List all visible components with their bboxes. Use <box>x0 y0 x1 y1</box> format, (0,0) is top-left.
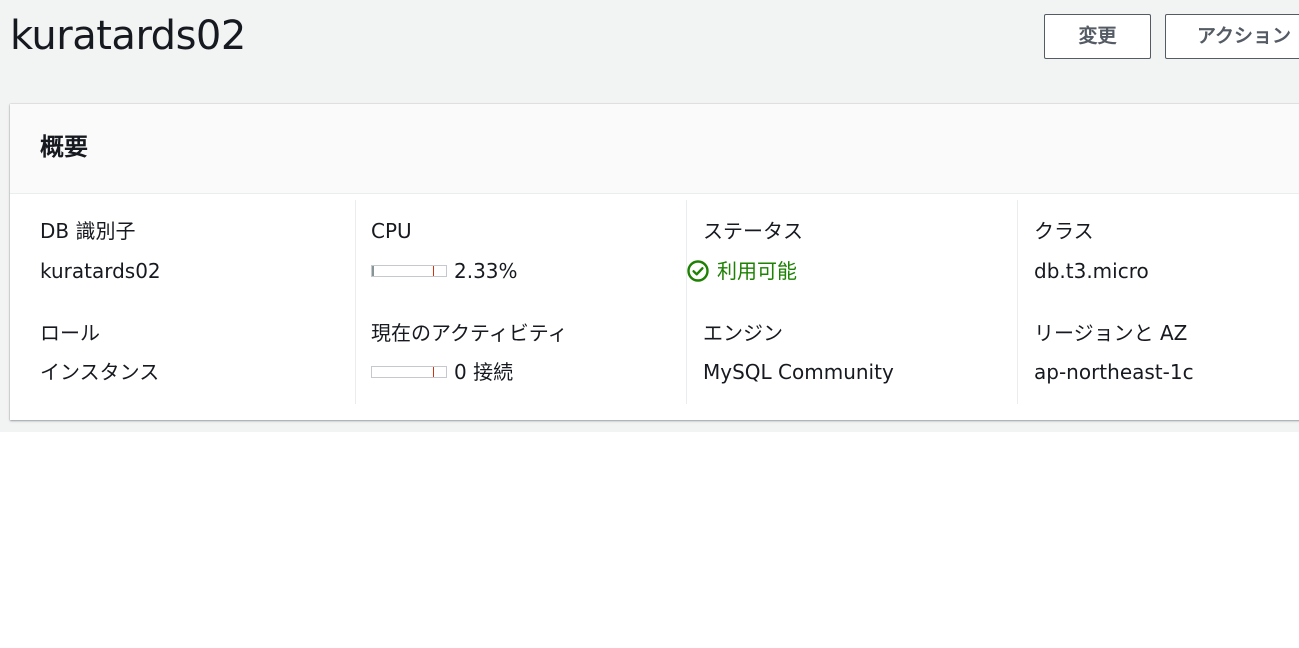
summary-panel-header: 概要 <box>10 104 1299 194</box>
region-label: リージョンと AZ <box>1034 321 1188 345</box>
activity-label: 現在のアクティビティ <box>371 321 568 345</box>
activity-meter <box>371 366 447 378</box>
db-identifier-value: kuratards02 <box>40 259 161 283</box>
summary-panel: 概要 DB 識別子 kuratards02 ロール インスタンス CPU 2.3… <box>10 104 1299 420</box>
summary-column-metrics: CPU 2.33% 現在のアクティビティ 0 接続 <box>356 200 687 404</box>
cpu-meter-fill <box>372 266 374 276</box>
class-label: クラス <box>1034 219 1094 243</box>
engine-value: MySQL Community <box>703 360 894 384</box>
summary-title: 概要 <box>40 133 88 161</box>
summary-column-identifier: DB 識別子 kuratards02 ロール インスタンス <box>10 200 356 404</box>
status-value: 利用可能 <box>717 259 797 283</box>
rds-instance-page: kuratards02 変更 アクション 概要 DB 識別子 kuratards… <box>0 0 1299 648</box>
activity-meter-row: 0 接続 <box>371 358 513 386</box>
status-indicator: 利用可能 <box>687 257 797 285</box>
role-value: インスタンス <box>40 360 160 384</box>
modify-button[interactable]: 変更 <box>1044 14 1151 59</box>
page-title: kuratards02 <box>10 13 246 59</box>
class-value: db.t3.micro <box>1034 259 1149 283</box>
cpu-label: CPU <box>371 219 412 243</box>
check-circle-icon <box>687 260 709 282</box>
summary-column-class: クラス db.t3.micro リージョンと AZ ap-northeast-1… <box>1018 200 1299 404</box>
summary-column-status: ステータス 利用可能 エンジン MySQL Community <box>687 200 1018 404</box>
status-label: ステータス <box>703 219 803 243</box>
cpu-meter-threshold <box>433 266 434 276</box>
cpu-meter-row: 2.33% <box>371 257 518 285</box>
role-label: ロール <box>40 321 100 345</box>
activity-value: 0 接続 <box>454 360 514 384</box>
cpu-value: 2.33% <box>454 259 518 283</box>
cpu-meter <box>371 265 447 277</box>
db-identifier-label: DB 識別子 <box>40 219 136 243</box>
activity-meter-threshold <box>433 367 434 377</box>
region-value: ap-northeast-1c <box>1034 360 1194 384</box>
engine-label: エンジン <box>703 321 783 345</box>
actions-button[interactable]: アクション <box>1165 14 1299 59</box>
